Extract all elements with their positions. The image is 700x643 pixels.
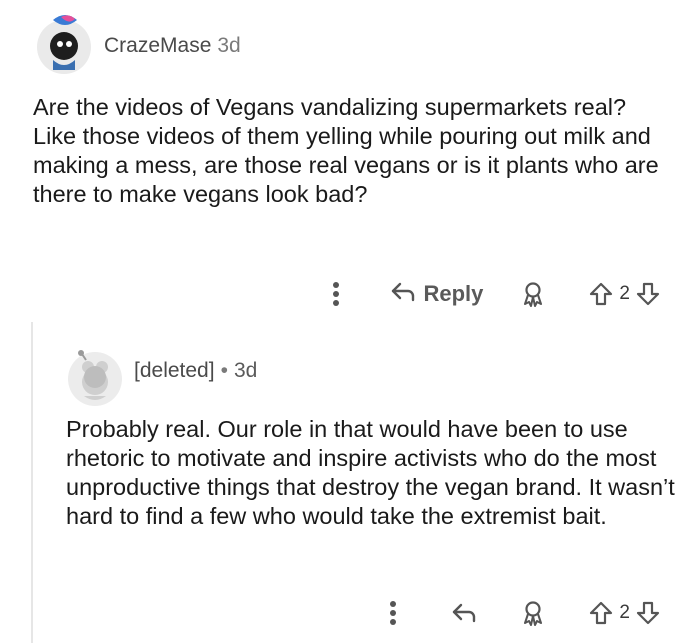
- reply-username: [deleted]: [134, 359, 215, 382]
- separator-dot: •: [220, 359, 228, 382]
- more-options-icon[interactable]: [389, 600, 397, 626]
- reply-body: Probably real. Our role in that would ha…: [66, 416, 675, 529]
- vote-count: 2: [619, 602, 630, 623]
- reply-actions: 2: [389, 596, 660, 630]
- downvote-icon[interactable]: [636, 601, 660, 625]
- reply-button[interactable]: Reply: [390, 281, 484, 308]
- reply-arrow-icon[interactable]: [451, 602, 477, 624]
- comment-actions: Reply 2: [332, 277, 661, 311]
- reply-label: Reply: [423, 281, 484, 306]
- user-avatar[interactable]: [33, 14, 95, 76]
- timestamp: 3d: [217, 34, 241, 57]
- award-icon[interactable]: [521, 600, 545, 626]
- deleted-user-avatar: [64, 346, 126, 408]
- upvote-icon[interactable]: [589, 601, 613, 625]
- award-icon[interactable]: [521, 281, 545, 307]
- more-options-icon[interactable]: [332, 281, 340, 307]
- downvote-icon[interactable]: [636, 282, 660, 306]
- vote-count: 2: [619, 283, 630, 304]
- thread-line[interactable]: [31, 322, 33, 643]
- upvote-icon[interactable]: [589, 282, 613, 306]
- reply-arrow-icon: [390, 281, 416, 308]
- reply-header: [deleted] • 3d: [134, 359, 257, 383]
- reply-timestamp: 3d: [233, 359, 258, 382]
- comment-header: CrazeMase 3d: [104, 34, 241, 58]
- username[interactable]: CrazeMase: [104, 34, 211, 57]
- comment-body: Are the videos of Vegans vandalizing sup…: [33, 94, 659, 207]
